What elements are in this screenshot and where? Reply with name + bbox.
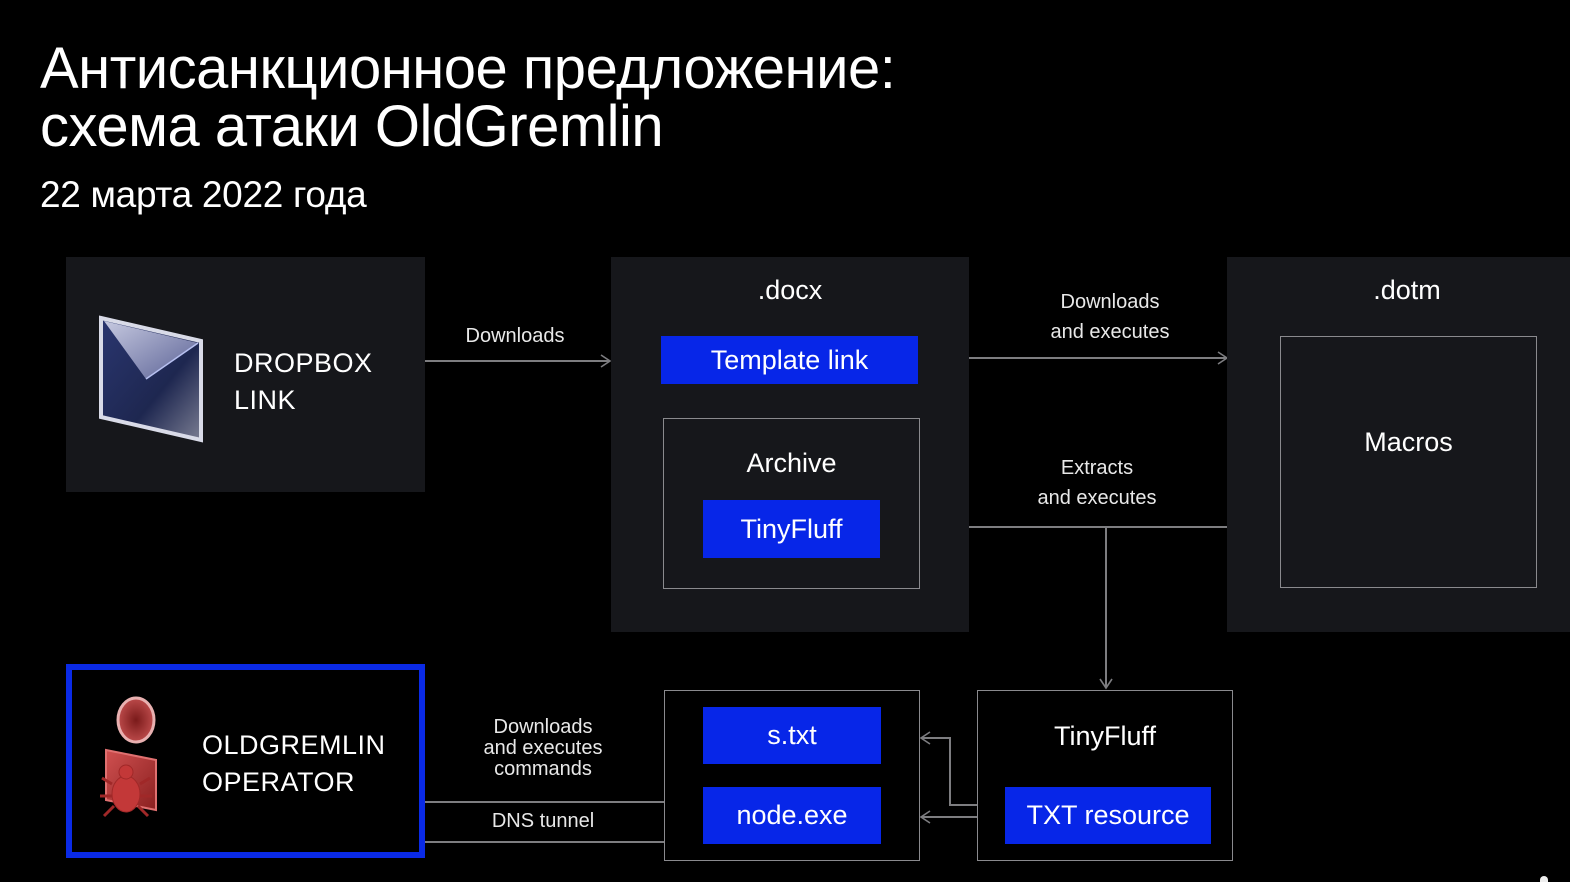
edge-tinyfluff-to-stxt [919, 731, 978, 806]
dropbox-label-line-2: LINK [234, 385, 297, 415]
edge-label-line: and executes [1037, 487, 1157, 509]
macros-label: Macros [1364, 427, 1453, 457]
edge-label-line: and executes [483, 737, 603, 759]
dotm-title: .dotm [1373, 275, 1441, 305]
hacker-user-icon [98, 696, 164, 824]
envelope-icon [98, 315, 204, 443]
edge-label-line: Downloads [1060, 291, 1160, 313]
edge-label-line: commands [494, 758, 592, 780]
template-link-box: Template link [661, 336, 918, 384]
docx-title: .docx [757, 275, 823, 305]
edge-label-downloads-executes: Downloads and executes [1010, 287, 1210, 347]
edge-label-dns-tunnel: DNS tunnel [491, 810, 595, 832]
edge-label-line: and executes [1050, 321, 1170, 343]
node-oldgremlin-operator: OLDGREMLIN OPERATOR [66, 664, 425, 858]
txt-resource-box: TXT resource [1005, 787, 1211, 844]
archive-box: Archive TinyFluff [663, 418, 920, 589]
macros-box: Macros [1280, 336, 1537, 588]
tinyfluff-archive-item: TinyFluff [703, 500, 880, 558]
archive-title: Archive [746, 448, 837, 478]
edge-label-commands: Downloads and executes commands [443, 717, 643, 780]
node-dropbox-link: DROPBOX LINK [66, 257, 425, 492]
dropbox-label-line-1: DROPBOX [234, 348, 373, 378]
node-tinyfluff: TinyFluff TXT resource [977, 690, 1233, 861]
node-dotm: .dotm Macros [1227, 257, 1570, 632]
payload-nodeexe: node.exe [703, 787, 881, 844]
edge-label-downloads: Downloads [465, 325, 565, 347]
payload-stxt: s.txt [703, 707, 881, 764]
node-docx: .docx Template link Archive TinyFluff [611, 257, 969, 632]
page-number-fragment [1540, 876, 1548, 882]
operator-label-line-2: OPERATOR [202, 767, 356, 797]
edge-label-line: Extracts [1060, 457, 1134, 479]
operator-label-line-1: OLDGREMLIN [202, 730, 386, 760]
edge-label-line: Downloads [493, 716, 593, 738]
tinyfluff-title: TinyFluff [1053, 721, 1157, 751]
edge-label-extracts-executes: Extracts and executes [997, 453, 1197, 513]
node-payloads: s.txt node.exe [664, 690, 920, 861]
